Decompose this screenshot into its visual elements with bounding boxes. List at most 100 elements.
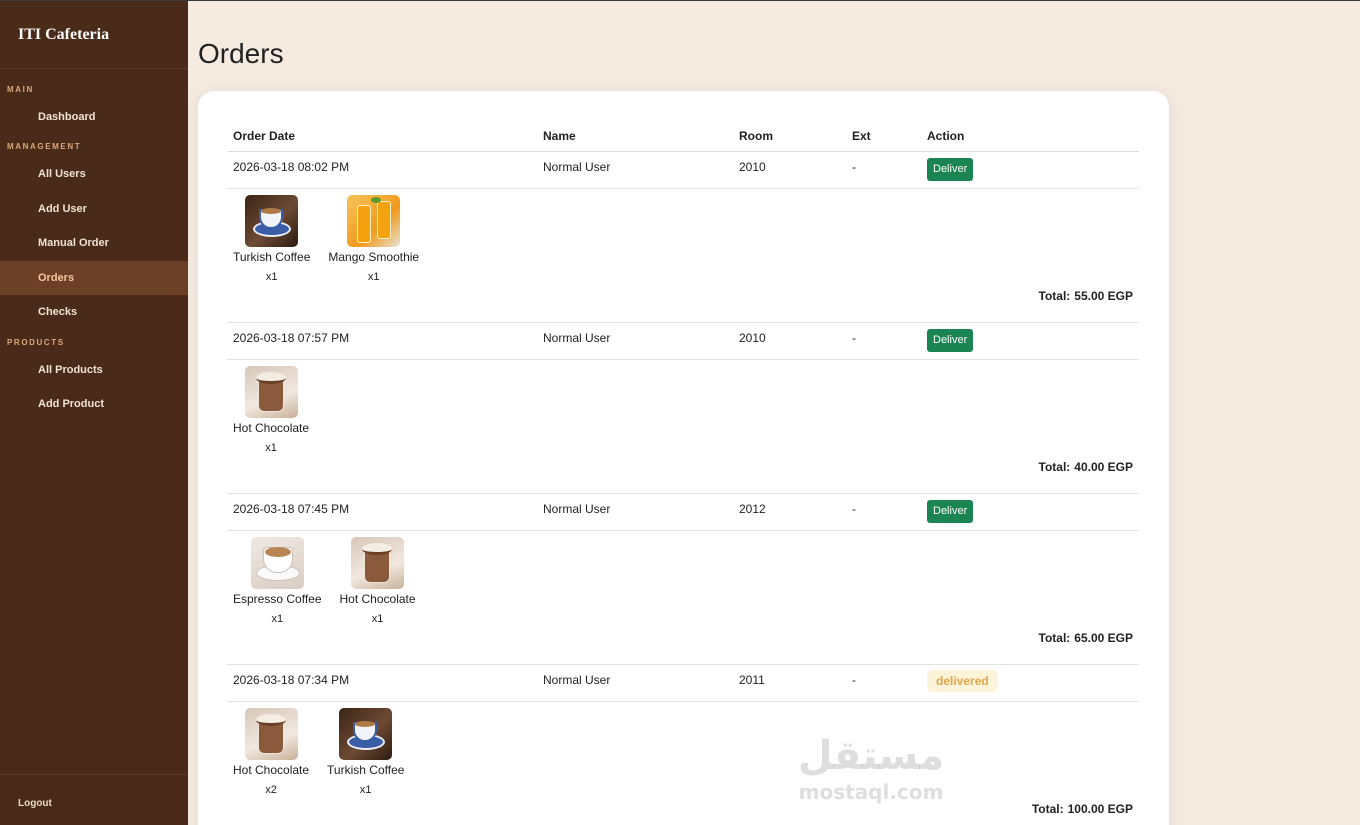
order-item: Espresso Coffee x1 [233,537,322,627]
order-item: Turkish Coffee x1 [233,195,310,285]
order-ext: - [852,502,856,516]
mango-smoothie-g1 [357,205,372,243]
order-item: Mango Smoothie x1 [328,195,419,285]
order-user-name: Normal User [543,502,611,516]
order-item-name: Hot Chocolate [233,763,310,777]
order-item: Hot Chocolate x2 [233,708,309,798]
order-item-quantity: x1 [265,271,278,283]
hot-chocolate-top [362,543,393,555]
order-item-name: Turkish Coffee [233,250,311,264]
order-total-label: Total: [1038,631,1071,645]
deliver-button[interactable]: Deliver [927,500,974,523]
sidebar: ITI Cafeteria MAIN Dashboard MANAGEMENT All… [0,0,188,825]
order-total: Total: 55.00 EGP [227,285,1139,323]
hot-chocolate-image [244,366,298,418]
delivered-badge: delivered [927,670,998,692]
orders-list: 2026-03-18 08:02 PM Normal User 2010 - Deliv… [227,152,1139,825]
order-item-name: Hot Chocolate [339,592,416,606]
sidebar-item-add-user[interactable]: Add User [0,192,188,227]
order-item: Turkish Coffee x1 [327,708,404,798]
order-items: Turkish Coffee x1 Mango Smoothie x1 [227,189,1139,285]
header-room: Room [739,129,773,143]
order-total-label: Total: [1031,802,1064,816]
order-item: Hot Chocolate x1 [233,366,309,456]
table-row: 2026-03-18 08:02 PM Normal User 2010 - Deliv… [227,152,1139,189]
header-ext: Ext [852,129,871,143]
orders-table: Order Date Name Room Ext Action 2026-03-… [227,117,1139,825]
sidebar-item-all-products[interactable]: All Products [0,353,188,388]
sidebar-item-checks[interactable]: Checks [0,295,188,330]
order-total-label: Total: [1038,460,1071,474]
order-item-quantity: x1 [265,442,277,454]
order-user-name: Normal User [543,331,611,345]
sidebar-item-add-product[interactable]: Add Product [0,387,188,422]
order-total-label: Total: [1038,289,1071,303]
deliver-button[interactable]: Deliver [927,329,974,352]
order-items: Espresso Coffee x1 Hot Chocolate x1 [227,531,1139,627]
espresso-coffee-image [250,537,304,589]
order-room: 2010 [739,160,766,174]
order-item-name: Hot Chocolate [233,421,310,435]
header-action: Action [927,129,965,143]
deliver-button[interactable]: Deliver [927,158,974,181]
order-item-quantity: x1 [271,613,284,625]
order-items: Hot Chocolate x2 Turkish Coffee x1 [227,702,1139,798]
order-date: 2026-03-18 07:45 PM [233,502,350,516]
orders-card: Order Date Name Room Ext Action 2026-03-… [198,91,1169,825]
table-row: 2026-03-18 07:57 PM Normal User 2010 - Deliv… [227,323,1139,360]
order-item: Hot Chocolate x1 [340,537,416,627]
order-ext: - [852,160,856,174]
order-room: 2011 [739,673,765,687]
sidebar-nav: MAIN Dashboard MANAGEMENT All Users Add User… [0,84,188,422]
order-date: 2026-03-18 07:57 PM [233,331,350,345]
order-item-name: Mango Smoothie [328,250,420,264]
order-item-quantity: x1 [359,784,372,796]
turkish-coffee-image [339,708,393,760]
nav-section-management: MANAGEMENT [7,142,82,151]
hot-chocolate-top [255,714,286,726]
order-item-quantity: x2 [265,784,277,796]
order-ext: - [852,673,856,687]
nav-section-products: PRODUCTS [7,337,65,347]
order-total-value: 65.00 EGP [1074,631,1133,645]
order-item-name: Turkish Coffee [327,763,405,777]
table-row: 2026-03-18 07:34 PM Normal User 2011 - deliv… [227,665,1139,702]
espresso-coffee-crema [264,547,291,557]
mango-smoothie-g2 [377,201,392,239]
page-title: Orders [198,38,284,69]
hot-chocolate-top [255,372,286,384]
order-total: Total: 100.00 EGP [227,798,1139,825]
order-action: Deliver [927,500,1139,523]
sidebar-item-all-users[interactable]: All Users [0,157,188,192]
order-date: 2026-03-18 08:02 PM [233,160,350,174]
order-items: Hot Chocolate x1 [227,360,1139,456]
order-user-name: Normal User [543,673,611,687]
order-total: Total: 40.00 EGP [227,456,1139,494]
hot-chocolate-image [244,708,298,760]
nav-section-main: MAIN [7,85,34,94]
order-action: Deliver [927,158,1139,181]
order-total-value: 40.00 EGP [1074,460,1133,474]
order-date: 2026-03-18 07:34 PM [233,673,350,687]
table-header: Order Date Name Room Ext Action [227,117,1139,152]
sidebar-item-orders[interactable]: Orders [0,260,188,295]
sidebar-item-manual-order[interactable]: Manual Order [0,226,188,261]
header-name: Name [543,129,576,143]
order-item-name: Espresso Coffee [233,592,322,606]
order-user-name: Normal User [543,160,611,174]
order-action: Deliver [927,329,1139,352]
order-action: delivered [927,670,1139,692]
turkish-coffee-image [245,195,299,247]
mango-smoothie-image [347,195,401,247]
top-border [0,0,1360,1]
order-ext: - [852,331,856,345]
order-total-value: 100.00 EGP [1067,802,1133,816]
order-room: 2010 [739,331,766,345]
sidebar-item-dashboard[interactable]: Dashboard [0,100,188,134]
order-total: Total: 65.00 EGP [227,627,1139,665]
header-order-date: Order Date [233,129,296,143]
main-content: Orders Order Date Name Room Ext Action 2… [188,0,1360,825]
order-item-quantity: x1 [367,271,380,283]
logout-link[interactable]: Logout [0,774,188,825]
order-item-quantity: x1 [371,613,384,625]
